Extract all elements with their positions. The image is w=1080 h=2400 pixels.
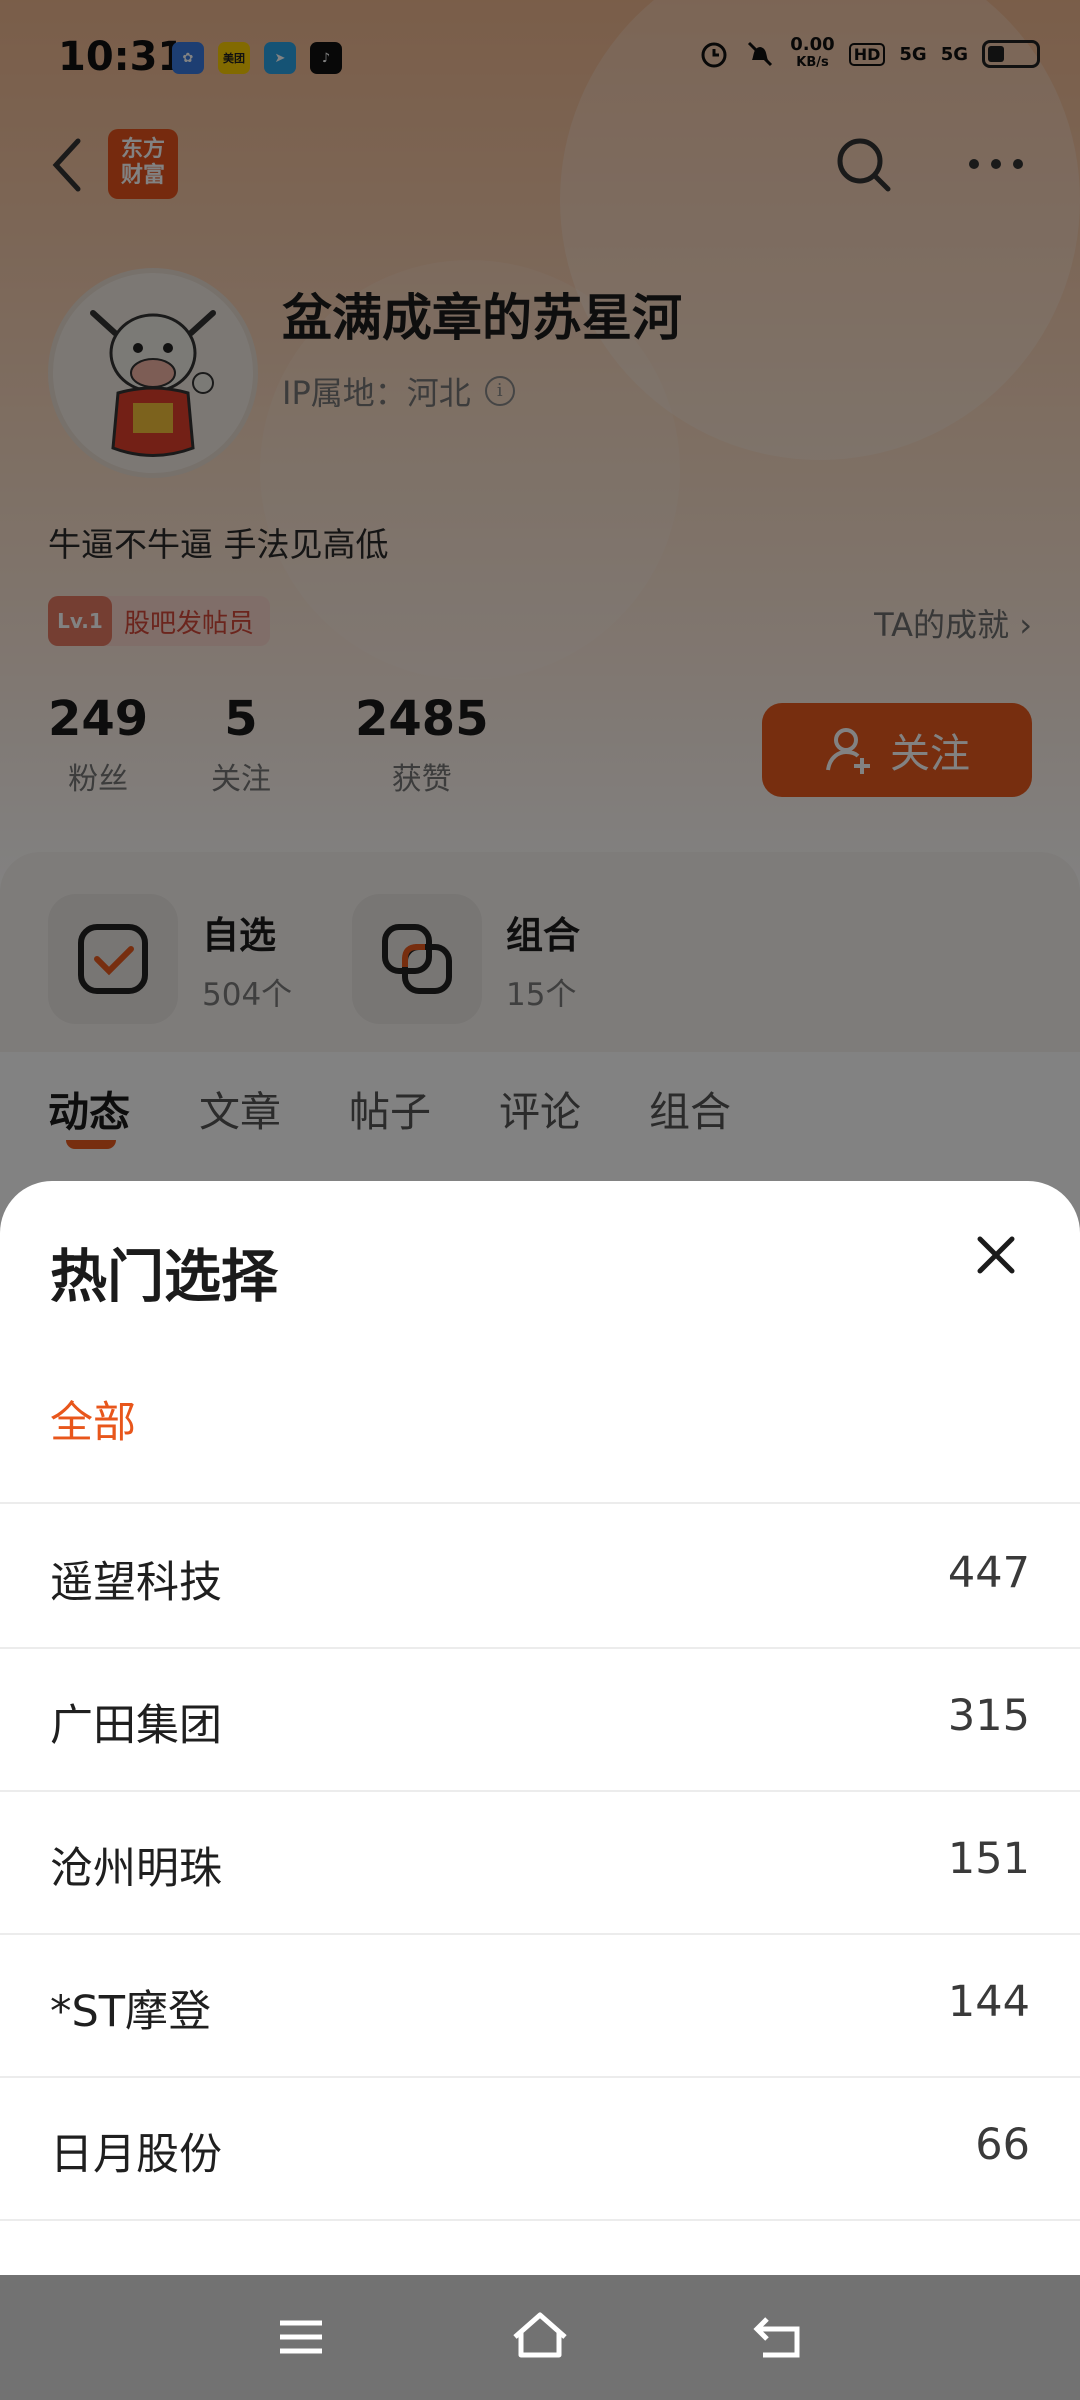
home-icon[interactable] bbox=[505, 2305, 575, 2369]
stock-count: 66 bbox=[975, 2120, 1030, 2170]
stock-name: 广田集团 bbox=[50, 1701, 222, 1751]
stock-count: 144 bbox=[947, 1977, 1030, 2027]
option-all[interactable]: 全部 bbox=[0, 1336, 1080, 1504]
back-icon[interactable] bbox=[745, 2305, 815, 2369]
list-item[interactable]: *ST摩登 144 bbox=[0, 1935, 1080, 2078]
list-item[interactable]: 遥望科技 447 bbox=[0, 1506, 1080, 1649]
list-item[interactable]: 日月股份 66 bbox=[0, 2078, 1080, 2221]
stock-name: 遥望科技 bbox=[50, 1558, 222, 1608]
stock-name: 日月股份 bbox=[50, 2130, 222, 2180]
system-navigation-bar bbox=[0, 2275, 1080, 2400]
stock-count: 151 bbox=[947, 1834, 1030, 1884]
list-item[interactable]: 沧州明珠 151 bbox=[0, 1792, 1080, 1935]
stock-name: 沧州明珠 bbox=[50, 1844, 222, 1894]
close-icon[interactable] bbox=[958, 1217, 1034, 1293]
stock-count: 315 bbox=[947, 1691, 1030, 1741]
list-item[interactable]: 广田集团 315 bbox=[0, 1649, 1080, 1792]
stock-count: 447 bbox=[947, 1548, 1030, 1598]
menu-icon[interactable] bbox=[266, 2305, 336, 2369]
stock-name: *ST摩登 bbox=[50, 1987, 212, 2037]
hot-picks-sheet: 热门选择 全部 遥望科技 447 广田集团 315 沧州明珠 151 *ST摩登… bbox=[0, 1181, 1080, 2275]
option-all-label: 全部 bbox=[50, 1398, 136, 1448]
sheet-title: 热门选择 bbox=[50, 1244, 278, 1310]
